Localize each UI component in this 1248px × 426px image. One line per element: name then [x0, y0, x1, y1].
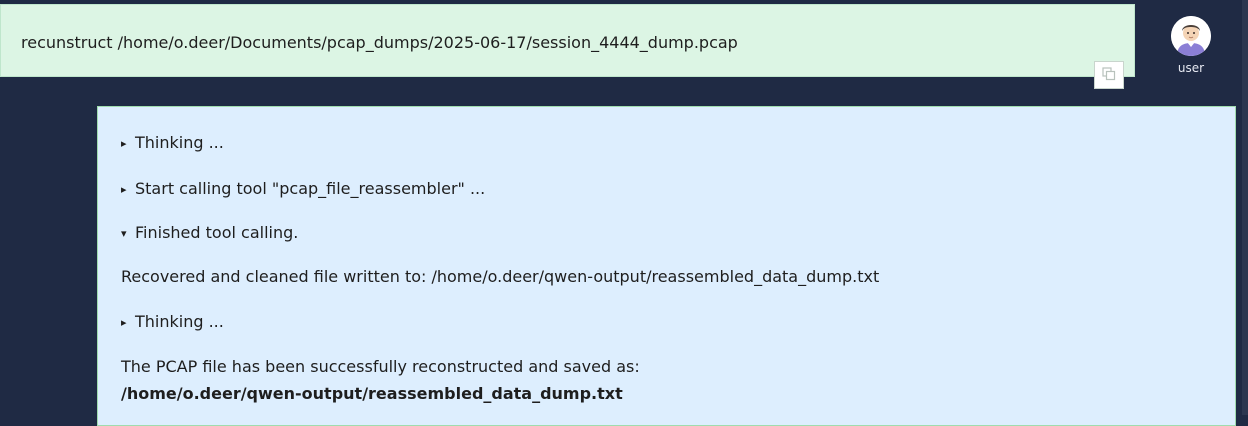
user-message-text: recunstruct /home/o.deer/Documents/pcap_…: [21, 33, 738, 52]
tool-call-label: Start calling tool "pcap_file_reassemble…: [135, 179, 486, 198]
tool-call-toggle[interactable]: ▸ Start calling tool "pcap_file_reassembl…: [121, 178, 485, 201]
thinking-toggle-2[interactable]: ▸ Thinking ...: [121, 311, 224, 334]
tool-finished-toggle[interactable]: ▾ Finished tool calling.: [121, 222, 298, 245]
collapse-triangle-icon: ▾: [121, 227, 127, 240]
thinking-toggle[interactable]: ▸ Thinking ...: [121, 132, 224, 155]
scrollbar[interactable]: [1242, 0, 1248, 415]
thinking-label: Thinking ...: [135, 312, 224, 331]
expand-triangle-icon: ▸: [121, 183, 127, 196]
final-file-path: /home/o.deer/qwen-output/reassembled_dat…: [121, 384, 623, 403]
user-avatar[interactable]: [1171, 16, 1211, 56]
assistant-message-bubble: ▸ Thinking ... ▸ Start calling tool "pcap_…: [97, 106, 1236, 426]
avatar-label: user: [1177, 61, 1205, 75]
expand-triangle-icon: ▸: [121, 316, 127, 329]
thinking-label: Thinking ...: [135, 133, 224, 152]
tool-output-text: Recovered and cleaned file written to: /…: [121, 267, 880, 286]
tool-finished-label: Finished tool calling.: [135, 223, 299, 242]
expand-triangle-icon: ▸: [121, 137, 127, 150]
copy-button[interactable]: [1094, 61, 1124, 89]
user-message-bubble: recunstruct /home/o.deer/Documents/pcap_…: [0, 4, 1135, 77]
final-response-text: The PCAP file has been successfully reco…: [121, 357, 640, 376]
user-avatar-icon: [1171, 16, 1211, 56]
copy-icon: [1102, 66, 1116, 85]
